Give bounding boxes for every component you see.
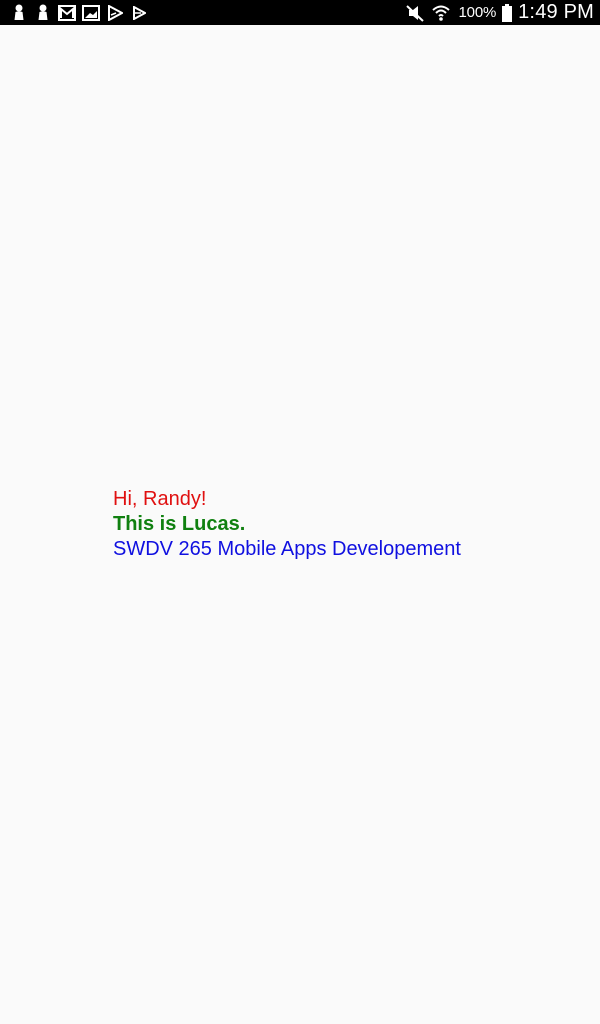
status-bar: 100% 1:49 PM [0, 0, 600, 25]
clock: 1:49 PM [518, 1, 594, 23]
play-icon [130, 4, 148, 22]
system-status: 100% 1:49 PM [399, 0, 594, 25]
image-icon [82, 4, 100, 22]
wifi-icon [431, 4, 451, 22]
play-store-icon [106, 4, 124, 22]
battery-percent: 100% [458, 4, 497, 21]
mail-icon [58, 4, 76, 22]
course-text: SWDV 265 Mobile Apps Developement [113, 538, 461, 560]
person-icon [10, 4, 28, 22]
battery-icon [502, 3, 513, 22]
person-icon [34, 4, 52, 22]
intro-text: This is Lucas. [113, 513, 246, 535]
notification-icons [10, 0, 154, 25]
message-block: Hi, Randy! This is Lucas. SWDV 265 Mobil… [113, 487, 553, 562]
mute-icon [405, 4, 425, 22]
greeting-text: Hi, Randy! [113, 488, 207, 510]
